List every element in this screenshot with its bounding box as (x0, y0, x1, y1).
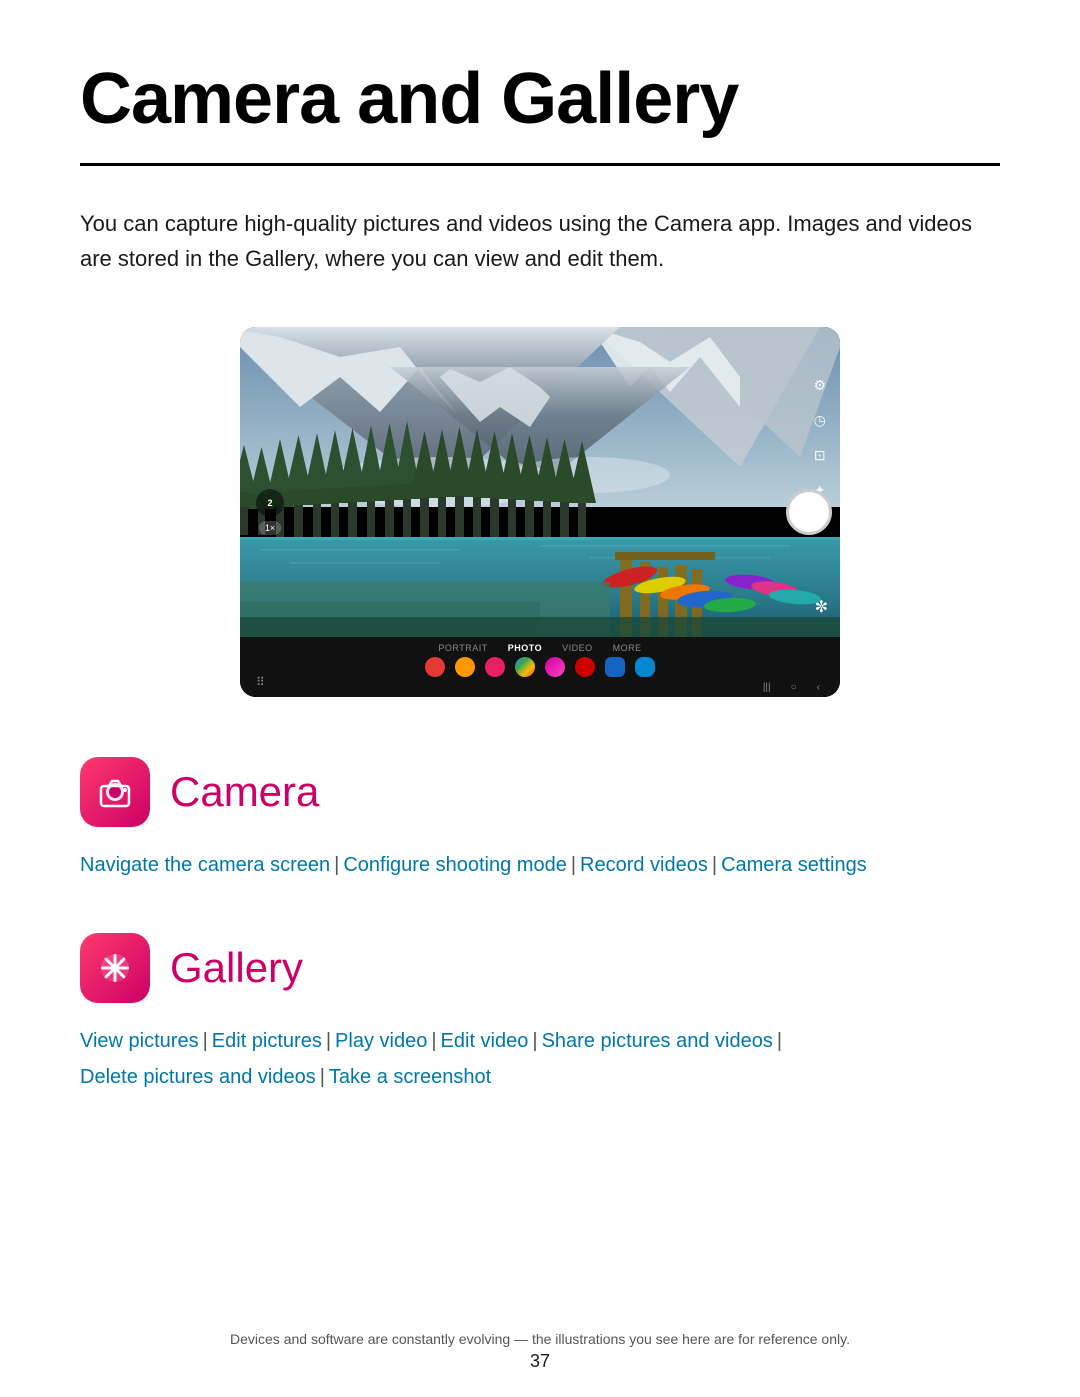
gallery-links-section: View pictures|Edit pictures|Play video|E… (80, 1023, 1000, 1095)
mode-portrait[interactable]: PORTRAIT (438, 643, 487, 653)
mode-photo[interactable]: PHOTO (508, 643, 542, 653)
link-edit-pictures[interactable]: Edit pictures (212, 1030, 322, 1052)
gallery-section-header: Gallery (80, 933, 1000, 1003)
app-icon-6[interactable] (575, 657, 595, 677)
separator-6: | (431, 1030, 436, 1052)
nav-icons-row: ||| ○ ‹ (763, 682, 820, 693)
page-title: Camera and Gallery (80, 60, 1000, 139)
nav-home-icon[interactable]: ○ (791, 682, 797, 693)
app-icon-7[interactable] (605, 657, 625, 677)
app-icon-1[interactable] (425, 657, 445, 677)
link-configure-shooting[interactable]: Configure shooting mode (343, 854, 566, 876)
shutter-button[interactable] (786, 489, 832, 535)
separator-2: | (571, 854, 576, 876)
page-number: 37 (0, 1351, 1080, 1372)
separator-3: | (712, 854, 717, 876)
mode-more[interactable]: MORE (613, 643, 642, 653)
camera-bottom-bar: PORTRAIT PHOTO VIDEO MORE ⠿ (240, 637, 840, 697)
camera-section-icon (80, 757, 150, 827)
gallery-section-icon (80, 933, 150, 1003)
camera-svg-icon (95, 772, 135, 812)
link-take-screenshot[interactable]: Take a screenshot (329, 1066, 491, 1088)
separator-7: | (532, 1030, 537, 1052)
camera-links-section: Navigate the camera screen|Configure sho… (80, 847, 1000, 883)
separator-8: | (777, 1030, 782, 1052)
link-delete-pictures-videos[interactable]: Delete pictures and videos (80, 1066, 316, 1088)
gallery-section-title: Gallery (170, 944, 303, 992)
focus-icon[interactable]: ⊡ (814, 447, 826, 464)
phone-screenshot-container: ⚙ ◷ ⊡ ✦ ↻ ✼ 2 1× PORTRAIT PHOTO (80, 327, 1000, 697)
gallery-svg-icon (95, 948, 135, 988)
zoom-number: 2 (256, 489, 284, 517)
app-icon-5[interactable] (545, 657, 565, 677)
separator-5: | (326, 1030, 331, 1052)
link-view-pictures[interactable]: View pictures (80, 1030, 199, 1052)
link-share-pictures-videos[interactable]: Share pictures and videos (542, 1030, 773, 1052)
camera-modes: PORTRAIT PHOTO VIDEO MORE (438, 637, 641, 653)
app-icon-8[interactable] (635, 657, 655, 677)
title-divider (80, 163, 1000, 166)
camera-section-header: Camera (80, 757, 1000, 827)
camera-ui: ⚙ ◷ ⊡ ✦ ↻ ✼ 2 1× PORTRAIT PHOTO (240, 327, 840, 697)
grid-icon[interactable]: ⠿ (256, 675, 265, 689)
link-navigate-camera[interactable]: Navigate the camera screen (80, 854, 330, 876)
separator-1: | (334, 854, 339, 876)
camera-photo-bg (240, 327, 840, 637)
settings-icon[interactable]: ⚙ (813, 377, 826, 394)
nav-back-icon[interactable]: ‹ (817, 682, 820, 693)
camera-apps-row (425, 657, 655, 677)
separator-9: | (320, 1066, 325, 1088)
footer-note: Devices and software are constantly evol… (0, 1331, 1080, 1347)
camera-section-title: Camera (170, 768, 319, 816)
app-icon-2[interactable] (455, 657, 475, 677)
link-camera-settings[interactable]: Camera settings (721, 854, 867, 876)
separator-4: | (203, 1030, 208, 1052)
link-record-videos[interactable]: Record videos (580, 854, 708, 876)
filter-icon[interactable]: ✼ (815, 597, 828, 617)
intro-paragraph: You can capture high-quality pictures an… (80, 206, 980, 276)
app-icon-4[interactable] (515, 657, 535, 677)
timer-icon[interactable]: ◷ (814, 412, 826, 429)
app-icon-3[interactable] (485, 657, 505, 677)
zoom-indicator: 2 1× (256, 489, 284, 535)
phone-screenshot: ⚙ ◷ ⊡ ✦ ↻ ✼ 2 1× PORTRAIT PHOTO (240, 327, 840, 697)
zoom-level[interactable]: 1× (259, 521, 281, 535)
link-play-video[interactable]: Play video (335, 1030, 427, 1052)
mode-video[interactable]: VIDEO (562, 643, 593, 653)
link-edit-video[interactable]: Edit video (441, 1030, 529, 1052)
nav-menu-icon[interactable]: ||| (763, 682, 771, 693)
